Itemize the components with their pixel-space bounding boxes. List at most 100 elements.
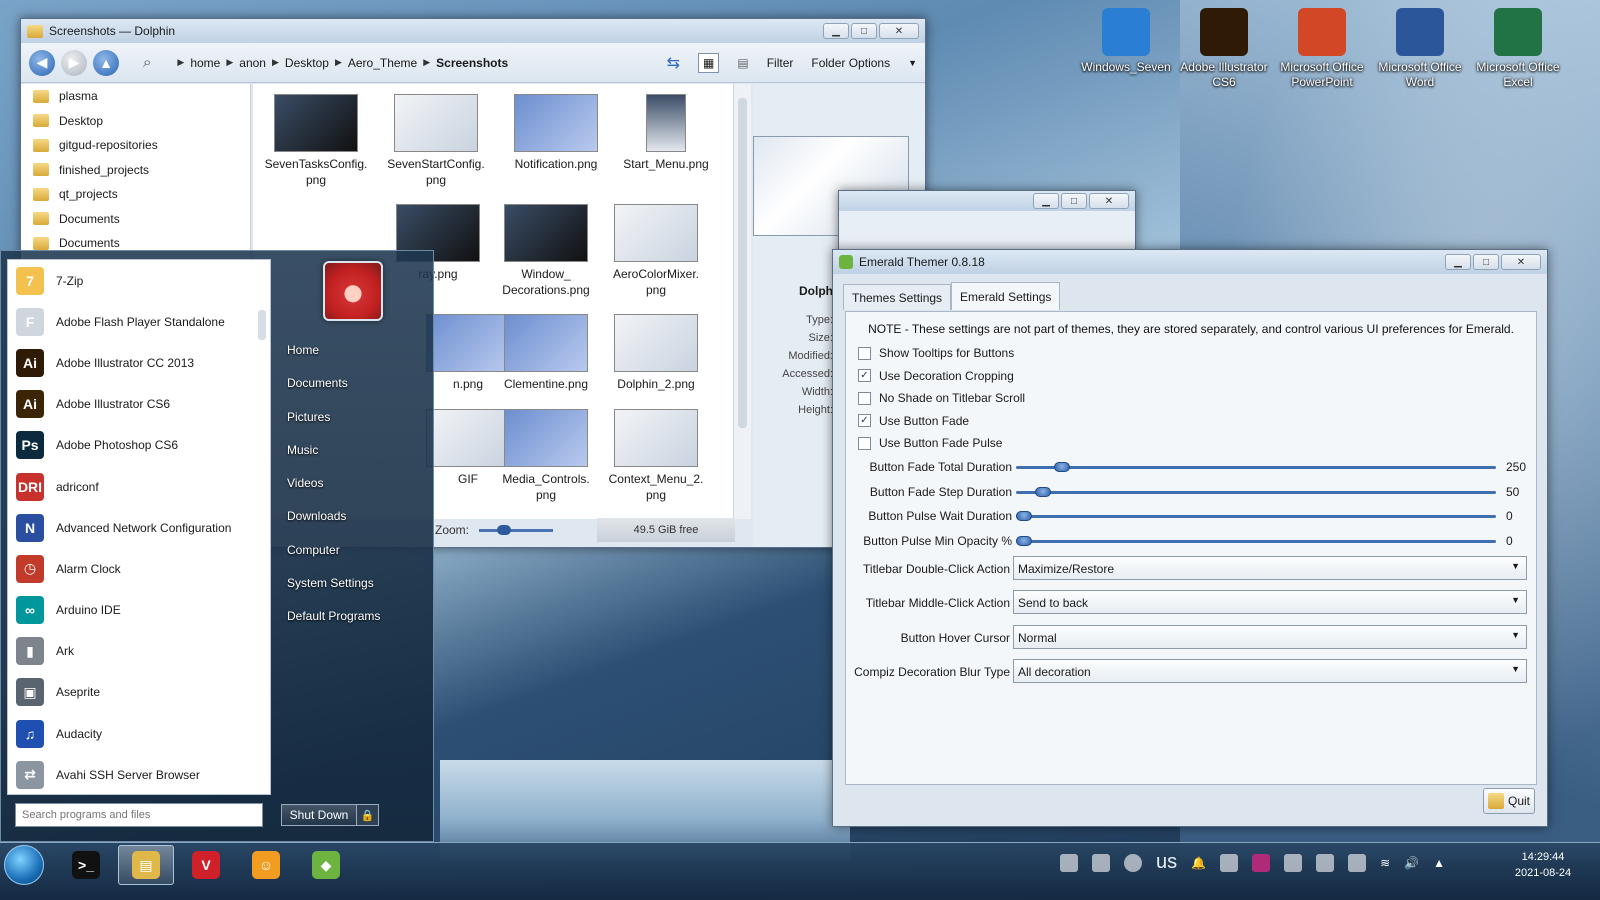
program-item[interactable]: Ps Adobe Photoshop CS6 [8,425,270,466]
start-place-item[interactable]: Music [287,443,380,476]
emerald-titlebar[interactable]: Emerald Themer 0.8.18 ▁ □ ✕ [833,250,1547,274]
quit-button[interactable]: Quit [1483,788,1535,814]
volume-icon[interactable]: 🔊 [1404,856,1419,870]
file-item[interactable]: Dolphin_2.png [601,314,711,392]
checkbox[interactable] [858,346,871,360]
maximize-button[interactable]: □ [851,23,877,39]
slider-handle[interactable] [1016,511,1032,521]
refresh-icon[interactable]: ⇆ [667,53,680,73]
start-place-item[interactable]: Downloads [287,509,380,542]
file-item[interactable]: Start_Menu.png [611,94,721,172]
checkbox-row[interactable]: Show Tooltips for Buttons [858,346,1014,360]
desktop-icon[interactable]: Microsoft Office PowerPoint [1274,8,1370,90]
file-item[interactable]: Window_ Decorations.png [491,204,601,298]
checkbox[interactable] [858,436,871,450]
desktop-icon[interactable]: Windows_Seven [1078,8,1174,75]
start-place-item[interactable]: System Settings [287,576,380,609]
start-place-item[interactable]: Pictures [287,410,380,443]
checkbox-row[interactable]: Use Button Fade Pulse [858,436,1002,450]
wifi-icon[interactable]: ≋ [1380,856,1390,870]
places-item[interactable]: qt_projects [21,182,250,207]
file-item[interactable]: Context_Menu_2. png [601,409,711,503]
file-item[interactable]: Notification.png [501,94,611,172]
circle-icon[interactable] [1124,853,1142,872]
places-item[interactable]: Desktop [21,109,250,134]
file-item[interactable]: Media_Controls. png [491,409,601,503]
close-button[interactable]: ✕ [1501,254,1541,270]
dropdown-select[interactable]: Normal ▼ [1013,624,1527,649]
minimize-button[interactable]: ▁ [1033,193,1059,209]
program-item[interactable]: ∞ Arduino IDE [8,590,270,631]
keyboard-layout-indicator[interactable]: us [1156,851,1177,874]
program-item[interactable]: F Adobe Flash Player Standalone [8,301,270,342]
file-item[interactable]: SevenStartConfig. png [381,94,491,188]
taskbar-item[interactable]: ◆ [298,845,354,885]
close-button[interactable]: ✕ [1089,193,1129,209]
minimize-button[interactable]: ▁ [1445,254,1471,270]
program-item[interactable]: ♫ Audacity [8,713,270,754]
desktop-icon[interactable]: Microsoft Office Word [1372,8,1468,90]
lock-icon[interactable]: 🔒 [357,804,379,826]
places-item[interactable]: plasma [21,84,250,109]
clock[interactable]: 14:29:44 2021-08-24 [1498,849,1588,881]
start-button[interactable] [4,845,44,885]
checkbox[interactable] [858,391,871,405]
background-window[interactable]: ▁ □ ✕ [838,190,1136,250]
program-item[interactable]: ◷ Alarm Clock [8,548,270,589]
tab-emerald-settings[interactable]: Emerald Settings [951,282,1061,310]
app-tray-icon[interactable] [1252,853,1271,872]
start-place-item[interactable]: Default Programs [287,609,380,642]
program-item[interactable]: Ai Adobe Illustrator CC 2013 [8,342,270,383]
program-item[interactable]: ⇄ Avahi SSH Server Browser [8,754,270,795]
program-item[interactable]: N Advanced Network Configuration [8,507,270,548]
dropdown-select[interactable]: Send to back ▼ [1013,590,1527,615]
tray-expand-icon[interactable]: ▲ [1433,856,1445,870]
program-item[interactable]: DRI adriconf [8,466,270,507]
program-item[interactable]: Ai Adobe Illustrator CS6 [8,384,270,425]
checkbox-row[interactable]: No Shade on Titlebar Scroll [858,391,1025,405]
slider[interactable] [1016,535,1496,546]
breadcrumb-item[interactable]: anon [239,56,266,70]
slider[interactable] [1016,486,1496,497]
tab-themes-settings[interactable]: Themes Settings [843,284,952,310]
back-button[interactable]: ◀ [29,49,55,76]
slider-handle[interactable] [1054,462,1071,472]
dropdown-select[interactable]: Maximize/Restore ▼ [1013,556,1527,580]
start-place-item[interactable]: Documents [287,376,380,409]
search-icon[interactable]: ⌕ [143,54,151,71]
taskbar-item[interactable]: ▤ [118,845,174,885]
checkbox[interactable]: ✓ [858,369,871,382]
checkbox[interactable]: ✓ [858,414,871,427]
taskbar-item[interactable]: V [178,845,234,885]
maximize-button[interactable]: □ [1061,193,1087,209]
icons-view-button[interactable]: ▦ [698,52,720,73]
taskbar-item[interactable]: >_ [58,845,114,885]
file-item[interactable]: AeroColorMixer. png [601,204,711,298]
menu-chevron-icon[interactable]: ▼ [908,58,917,68]
places-item[interactable]: finished_projects [21,158,250,183]
maximize-button[interactable]: □ [1473,254,1499,270]
start-place-item[interactable]: Home [287,343,380,376]
places-item[interactable]: gitgud-repositories [21,133,250,158]
up-button[interactable]: ▲ [93,49,119,76]
zoom-slider[interactable] [479,524,554,535]
close-button[interactable]: ✕ [879,23,919,39]
start-place-item[interactable]: Computer [287,543,380,576]
folder-options-button[interactable]: Folder Options [811,56,890,70]
breadcrumb-item[interactable]: Desktop [285,56,329,70]
filter-button[interactable]: Filter [767,56,794,70]
notification-bell-icon[interactable]: 🔔 [1191,856,1206,870]
minimize-button[interactable]: ▁ [823,23,849,39]
user-avatar[interactable] [323,261,383,321]
checkbox-row[interactable]: ✓ Use Decoration Cropping [858,369,1014,383]
devices-icon[interactable] [1220,853,1239,872]
file-item[interactable]: SevenTasksConfig. png [261,94,371,188]
slider-handle[interactable] [1035,486,1052,497]
slider[interactable] [1016,462,1496,472]
checkbox-row[interactable]: ✓ Use Button Fade [858,414,969,428]
program-list-scrollbar[interactable] [258,270,268,790]
breadcrumb-item[interactable]: Screenshots [436,56,508,70]
start-place-item[interactable]: Videos [287,476,380,509]
details-view-button[interactable]: ▤ [737,56,748,70]
breadcrumb-item[interactable]: home [190,56,220,70]
